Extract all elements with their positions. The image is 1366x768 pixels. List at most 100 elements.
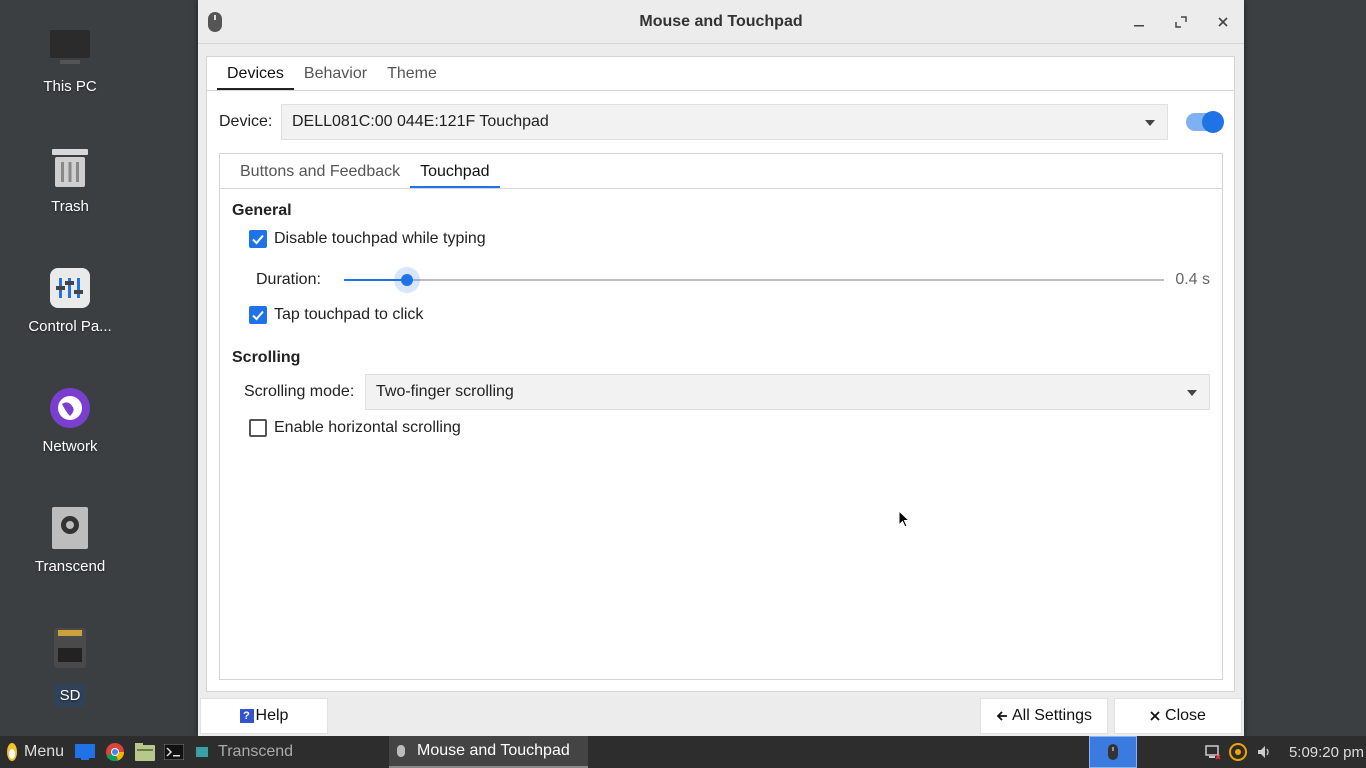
scrolling-mode-value: Two-finger scrolling bbox=[376, 383, 514, 400]
desktop-icon-label: Control Pa... bbox=[28, 318, 112, 335]
chrome-icon bbox=[106, 743, 125, 762]
all-settings-button[interactable]: All Settings bbox=[980, 698, 1108, 734]
dropdown-arrow-icon bbox=[1187, 390, 1197, 396]
mouse-touchpad-window: Mouse and Touchpad Devices Behavior Them… bbox=[198, 0, 1244, 736]
update-tray-button[interactable] bbox=[1225, 736, 1251, 768]
tray-mouse-indicator[interactable] bbox=[1088, 736, 1137, 768]
help-button[interactable]: ? Help bbox=[200, 698, 328, 734]
device-label: Device: bbox=[219, 113, 273, 130]
checkbox-checked-icon bbox=[249, 306, 267, 324]
show-desktop-button[interactable] bbox=[70, 736, 100, 768]
terminal-launcher[interactable] bbox=[160, 736, 188, 768]
sd-card-icon bbox=[48, 626, 92, 670]
taskbar-task-transcend[interactable]: Transcend bbox=[188, 736, 301, 768]
titlebar[interactable]: Mouse and Touchpad bbox=[198, 0, 1244, 44]
desktop-icon-label: This PC bbox=[43, 78, 97, 95]
duration-value: 0.4 s bbox=[1175, 271, 1210, 288]
tap-to-click-label: Tap touchpad to click bbox=[274, 306, 424, 323]
folder-icon bbox=[135, 743, 156, 761]
horizontal-scrolling-label: Enable horizontal scrolling bbox=[274, 419, 461, 436]
clock[interactable]: 5:09:20 pm bbox=[1279, 736, 1366, 768]
taskbar: Menu Transcend Mouse and Touchpad 5:09:2… bbox=[0, 736, 1366, 768]
close-icon bbox=[1150, 711, 1160, 721]
arrow-left-icon bbox=[996, 711, 1007, 721]
computer-icon bbox=[48, 26, 92, 70]
tab-buttons-and-feedback[interactable]: Buttons and Feedback bbox=[230, 154, 410, 188]
minimize-button[interactable] bbox=[1128, 11, 1150, 33]
maximize-icon bbox=[1175, 16, 1187, 28]
control-panel-icon bbox=[48, 266, 92, 310]
device-enable-switch[interactable] bbox=[1186, 111, 1224, 133]
mouse-cursor-icon bbox=[898, 510, 910, 528]
task-label: Transcend bbox=[218, 743, 294, 760]
globe-icon bbox=[48, 386, 92, 430]
close-button[interactable]: Close bbox=[1114, 698, 1242, 734]
system-tray: 5:09:20 pm bbox=[1088, 736, 1366, 768]
desktop-icon-label: Network bbox=[42, 438, 98, 455]
tab-behavior[interactable]: Behavior bbox=[294, 57, 377, 90]
desktop-icon-transcend[interactable]: Transcend bbox=[20, 506, 120, 575]
desktop-icon-network[interactable]: Network bbox=[20, 386, 120, 455]
network-disconnected-icon bbox=[1205, 745, 1221, 760]
mouse-icon bbox=[1107, 744, 1118, 760]
disable-while-typing-label: Disable touchpad while typing bbox=[274, 230, 486, 247]
tab-devices[interactable]: Devices bbox=[217, 57, 294, 90]
checkbox-checked-icon bbox=[249, 230, 267, 248]
device-select-value: DELL081C:00 044E:121F Touchpad bbox=[292, 113, 549, 130]
maximize-button[interactable] bbox=[1170, 11, 1192, 33]
settings-panel: Devices Behavior Theme Device: DELL081C:… bbox=[206, 56, 1235, 692]
duration-label: Duration: bbox=[256, 271, 321, 288]
volume-icon bbox=[1257, 746, 1269, 758]
duration-slider[interactable] bbox=[344, 267, 1164, 293]
drive-icon bbox=[196, 747, 209, 757]
tap-to-click-checkbox[interactable]: Tap touchpad to click bbox=[249, 306, 423, 324]
file-manager-launcher[interactable] bbox=[130, 736, 160, 768]
close-icon bbox=[1218, 17, 1228, 27]
disable-while-typing-checkbox[interactable]: Disable touchpad while typing bbox=[249, 230, 486, 248]
device-settings-frame: Buttons and Feedback Touchpad General Di… bbox=[219, 153, 1223, 680]
slider-thumb[interactable] bbox=[394, 267, 421, 293]
task-label: Mouse and Touchpad bbox=[417, 742, 570, 759]
tab-theme[interactable]: Theme bbox=[377, 57, 447, 90]
close-button-label: Close bbox=[1165, 707, 1206, 724]
desktop-icon bbox=[75, 744, 96, 760]
duration-row: Duration: 0.4 s bbox=[256, 267, 1210, 293]
terminal-icon bbox=[164, 744, 185, 760]
penguin-icon bbox=[7, 743, 17, 761]
mouse-icon bbox=[208, 12, 222, 32]
scrolling-section-title: Scrolling bbox=[232, 349, 301, 366]
update-shield-icon bbox=[1228, 743, 1247, 761]
desktop-icon-this-pc[interactable]: This PC bbox=[20, 26, 120, 95]
help-button-label: Help bbox=[255, 707, 289, 724]
close-window-button[interactable] bbox=[1212, 11, 1234, 33]
device-select[interactable]: DELL081C:00 044E:121F Touchpad bbox=[281, 104, 1168, 140]
desktop-icon-control-panel[interactable]: Control Pa... bbox=[20, 266, 120, 335]
menu-label: Menu bbox=[24, 743, 65, 760]
top-tab-bar: Devices Behavior Theme bbox=[207, 57, 1234, 91]
taskbar-task-mouse-touchpad[interactable]: Mouse and Touchpad bbox=[389, 736, 588, 768]
scrolling-mode-label: Scrolling mode: bbox=[244, 383, 355, 400]
switch-knob bbox=[1202, 111, 1224, 133]
horizontal-scrolling-checkbox[interactable]: Enable horizontal scrolling bbox=[249, 419, 461, 437]
mouse-icon bbox=[397, 745, 406, 757]
minimize-icon bbox=[1134, 25, 1144, 27]
drive-icon bbox=[48, 506, 92, 550]
tab-touchpad[interactable]: Touchpad bbox=[410, 154, 500, 188]
network-tray-button[interactable] bbox=[1201, 736, 1225, 768]
menu-button[interactable]: Menu bbox=[0, 736, 70, 768]
desktop-icon-trash[interactable]: Trash bbox=[20, 146, 120, 215]
desktop-icon-label: SD bbox=[53, 684, 87, 707]
trash-icon bbox=[48, 146, 92, 190]
chrome-launcher[interactable] bbox=[100, 736, 130, 768]
inner-tab-bar: Buttons and Feedback Touchpad bbox=[220, 154, 1222, 189]
general-section-title: General bbox=[232, 202, 292, 219]
volume-tray-button[interactable] bbox=[1251, 736, 1279, 768]
dropdown-arrow-icon bbox=[1145, 120, 1155, 126]
help-icon: ? bbox=[239, 709, 254, 723]
scrolling-mode-row: Scrolling mode: Two-finger scrolling bbox=[244, 374, 1210, 410]
all-settings-label: All Settings bbox=[1011, 707, 1093, 724]
device-row: Device: DELL081C:00 044E:121F Touchpad bbox=[219, 104, 1224, 140]
desktop-icon-sd[interactable]: SD bbox=[20, 626, 120, 707]
scrolling-mode-select[interactable]: Two-finger scrolling bbox=[365, 374, 1210, 410]
desktop-icon-label: Transcend bbox=[34, 558, 106, 575]
